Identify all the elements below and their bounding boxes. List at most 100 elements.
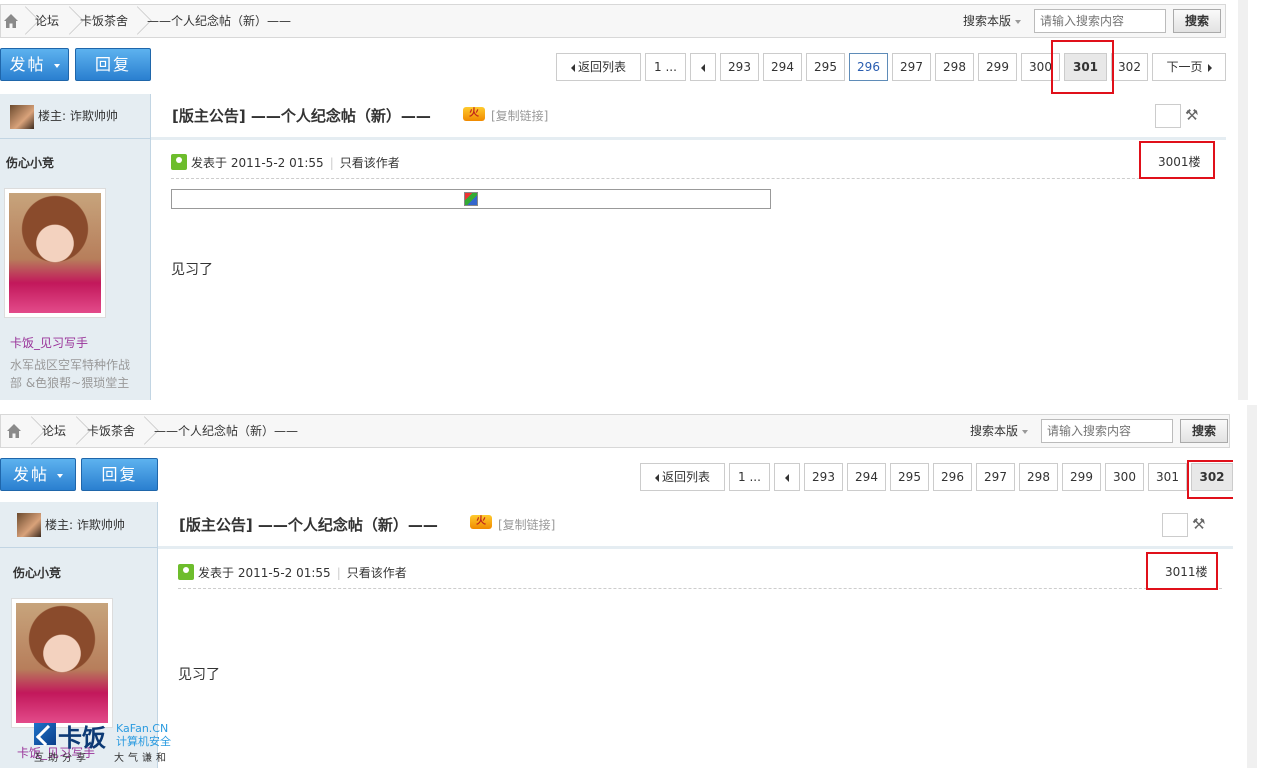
page-link[interactable]: 295 [890, 463, 929, 491]
user-status-icon [171, 154, 187, 170]
select-checkbox[interactable] [1162, 513, 1188, 537]
copy-link[interactable]: [复制链接] [498, 516, 555, 533]
arrow-left-icon [654, 473, 659, 482]
screenshot-panel-bottom: 论坛 卡饭茶舍 ——个人纪念帖（新）—— 搜索本版 搜索 发帖 回复 返回列表 … [0, 410, 1233, 768]
back-to-list-button[interactable]: 返回列表 [640, 463, 725, 491]
reply-button[interactable]: 回复 [75, 48, 151, 81]
search-button[interactable]: 搜索 [1173, 9, 1221, 33]
copy-link[interactable]: [复制链接] [491, 107, 548, 124]
breadcrumb: 论坛 卡饭茶舍 ——个人纪念帖（新）—— 搜索本版 搜索 [0, 4, 1226, 38]
new-post-button[interactable]: 发帖 [0, 458, 76, 491]
chevron-down-icon [57, 473, 63, 478]
avatar-image [9, 193, 101, 313]
search-input[interactable] [1034, 9, 1166, 33]
chevron-down-icon [53, 63, 60, 68]
thread-starter-row: 楼主: 诈欺帅帅 [0, 502, 157, 548]
page-link[interactable]: 298 [1019, 463, 1058, 491]
thread-title: [版主公告] ——个人纪念帖（新）—— [179, 516, 438, 534]
breadcrumb-thread: ——个人纪念帖（新）—— [147, 14, 292, 28]
select-checkbox[interactable] [1155, 104, 1181, 128]
highlight-box [1187, 460, 1233, 499]
author-sidebar: 楼主: 诈欺帅帅 伤心小竞 卡饭_见习写手 水军战区空军特种作战 部 &色狼帮~… [0, 94, 151, 400]
watermark-site: KaFan.CN [116, 722, 169, 735]
kafan-logo-icon [34, 723, 56, 745]
user-status-icon [178, 564, 194, 580]
thread-title: [版主公告] ——个人纪念帖（新）—— [172, 107, 431, 125]
page-link[interactable]: 293 [720, 53, 759, 81]
only-author-link[interactable]: 只看该作者 [340, 156, 400, 170]
page-first[interactable]: 1 ... [729, 463, 770, 491]
highlight-box [1139, 141, 1215, 179]
search-scope-dropdown[interactable]: 搜索本版 [963, 5, 1022, 37]
screenshot-panel-top: 论坛 卡饭茶舍 ——个人纪念帖（新）—— 搜索本版 搜索 发帖 回复 返回列表 … [0, 0, 1226, 400]
page-link[interactable]: 295 [806, 53, 845, 81]
page-link[interactable]: 302 [1111, 53, 1148, 81]
page-link[interactable]: 299 [1062, 463, 1101, 491]
post-meta-text: 发表于 2011-5-2 01:55 | 只看该作者 [191, 154, 400, 171]
page-link[interactable]: 294 [763, 53, 802, 81]
breadcrumb-separator [138, 415, 148, 447]
page-prev-button[interactable] [690, 53, 716, 81]
image-placeholder [171, 189, 771, 209]
search-button[interactable]: 搜索 [1180, 419, 1228, 443]
page-link[interactable]: 300 [1105, 463, 1144, 491]
page-link[interactable]: 301 [1148, 463, 1187, 491]
breadcrumb-thread: ——个人纪念帖（新）—— [154, 424, 299, 438]
username[interactable]: 伤心小竞 [6, 154, 54, 171]
starter-avatar[interactable] [10, 105, 34, 129]
breadcrumb-board[interactable]: 卡饭茶舍 [80, 5, 128, 37]
thread-title-bar: [版主公告] ——个人纪念帖（新）—— 火 [复制链接] ⚒ [158, 502, 1233, 549]
thread-starter-label[interactable]: 楼主: 诈欺帅帅 [45, 516, 125, 533]
post-content: 见习了 [171, 262, 213, 278]
window-gutter [1247, 405, 1257, 768]
page-link[interactable]: 298 [935, 53, 974, 81]
post-date: 发表于 2011-5-2 01:55 [191, 156, 324, 170]
page-link[interactable]: 294 [847, 463, 886, 491]
back-to-list-label: 返回列表 [577, 60, 626, 74]
breadcrumb-separator [70, 415, 80, 447]
fire-badge-icon: 火 [470, 515, 492, 529]
post-content: 见习了 [178, 667, 220, 683]
thread-starter-label[interactable]: 楼主: 诈欺帅帅 [38, 107, 118, 124]
arrow-right-icon [1207, 63, 1212, 72]
search-scope-label: 搜索本版 [963, 14, 1012, 28]
search-input[interactable] [1041, 419, 1173, 443]
arrow-left-icon [570, 63, 575, 72]
page-link[interactable]: 296 [849, 53, 888, 81]
chevron-down-icon [1022, 429, 1029, 434]
new-post-button[interactable]: 发帖 [0, 48, 69, 81]
avatar[interactable] [11, 598, 113, 728]
watermark-slogan-right: 大气谦和 [114, 753, 170, 764]
avatar[interactable] [4, 188, 106, 318]
user-rank[interactable]: 卡饭_见习写手 [10, 334, 88, 351]
window-gutter [1238, 0, 1248, 400]
highlight-box [1051, 40, 1114, 94]
back-to-list-button[interactable]: 返回列表 [556, 53, 641, 81]
search-scope-label: 搜索本版 [970, 424, 1019, 438]
username[interactable]: 伤心小竞 [13, 564, 61, 581]
page-link[interactable]: 297 [976, 463, 1015, 491]
wrench-icon[interactable]: ⚒ [1192, 515, 1205, 533]
page-link[interactable]: 297 [892, 53, 931, 81]
page-prev-button[interactable] [774, 463, 800, 491]
page-link[interactable]: 299 [978, 53, 1017, 81]
chevron-down-icon [1015, 19, 1022, 24]
wrench-icon[interactable]: ⚒ [1185, 106, 1198, 124]
starter-avatar[interactable] [17, 513, 41, 537]
thread-starter-row: 楼主: 诈欺帅帅 [0, 94, 150, 139]
arrow-left-icon [701, 63, 705, 72]
reply-button[interactable]: 回复 [81, 458, 158, 491]
page-link[interactable]: 293 [804, 463, 843, 491]
only-author-link[interactable]: 只看该作者 [347, 566, 407, 580]
page-first[interactable]: 1 ... [645, 53, 686, 81]
next-page-label: 下一页 [1166, 60, 1203, 74]
breadcrumb-separator [63, 5, 73, 37]
search-scope-dropdown[interactable]: 搜索本版 [970, 415, 1029, 447]
breadcrumb-separator [25, 415, 35, 447]
breadcrumb: 论坛 卡饭茶舍 ——个人纪念帖（新）—— 搜索本版 搜索 [0, 414, 1230, 448]
breadcrumb-board[interactable]: 卡饭茶舍 [87, 415, 135, 447]
breadcrumb-separator [131, 5, 141, 37]
post-date: 发表于 2011-5-2 01:55 [198, 566, 331, 580]
next-page-button[interactable]: 下一页 [1152, 53, 1226, 81]
page-link[interactable]: 296 [933, 463, 972, 491]
